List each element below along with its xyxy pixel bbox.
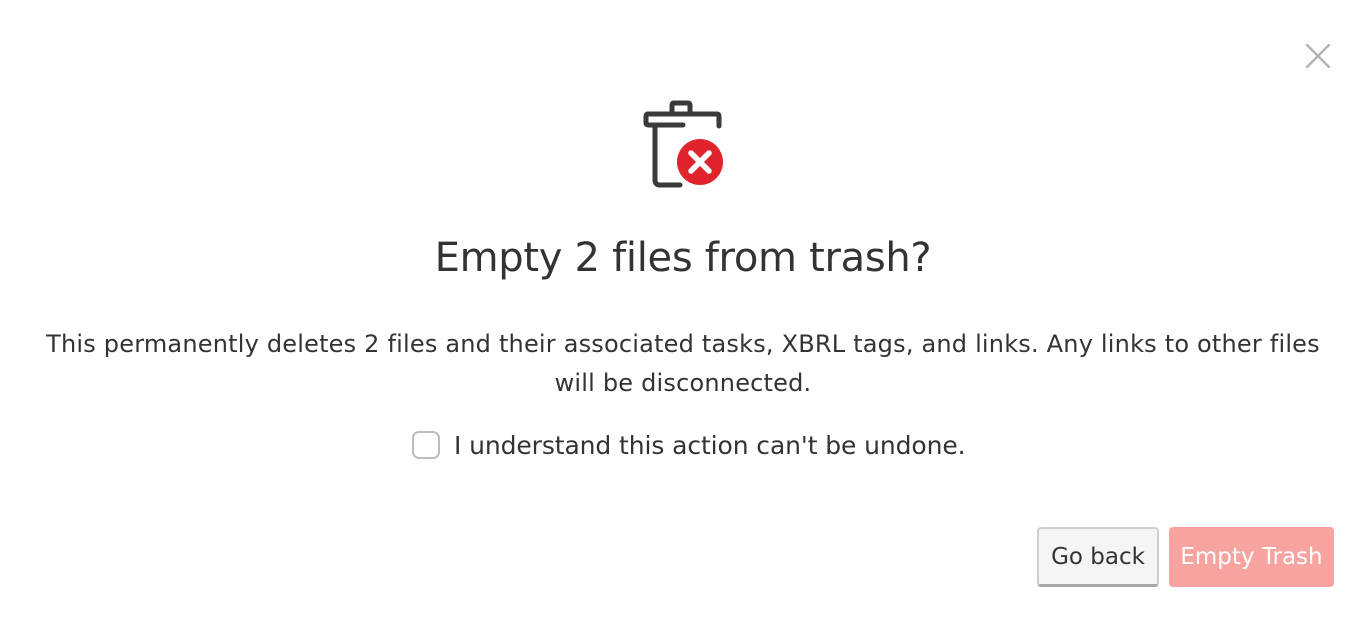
dialog-title: Empty 2 files from trash? <box>434 235 932 281</box>
empty-trash-dialog: Empty 2 files from trash? This permanent… <box>0 0 1366 626</box>
confirm-checkbox-label[interactable]: I understand this action can't be undone… <box>454 431 966 460</box>
close-button[interactable] <box>1300 38 1336 74</box>
confirm-checkbox-row[interactable]: I understand this action can't be undone… <box>412 426 966 464</box>
trash-error-icon <box>643 100 726 188</box>
confirm-checkbox[interactable] <box>412 431 440 459</box>
empty-trash-button[interactable]: Empty Trash <box>1169 527 1334 587</box>
close-icon <box>1305 43 1331 69</box>
go-back-button[interactable]: Go back <box>1037 527 1159 587</box>
dialog-message: This permanently deletes 2 files and the… <box>46 330 1320 397</box>
